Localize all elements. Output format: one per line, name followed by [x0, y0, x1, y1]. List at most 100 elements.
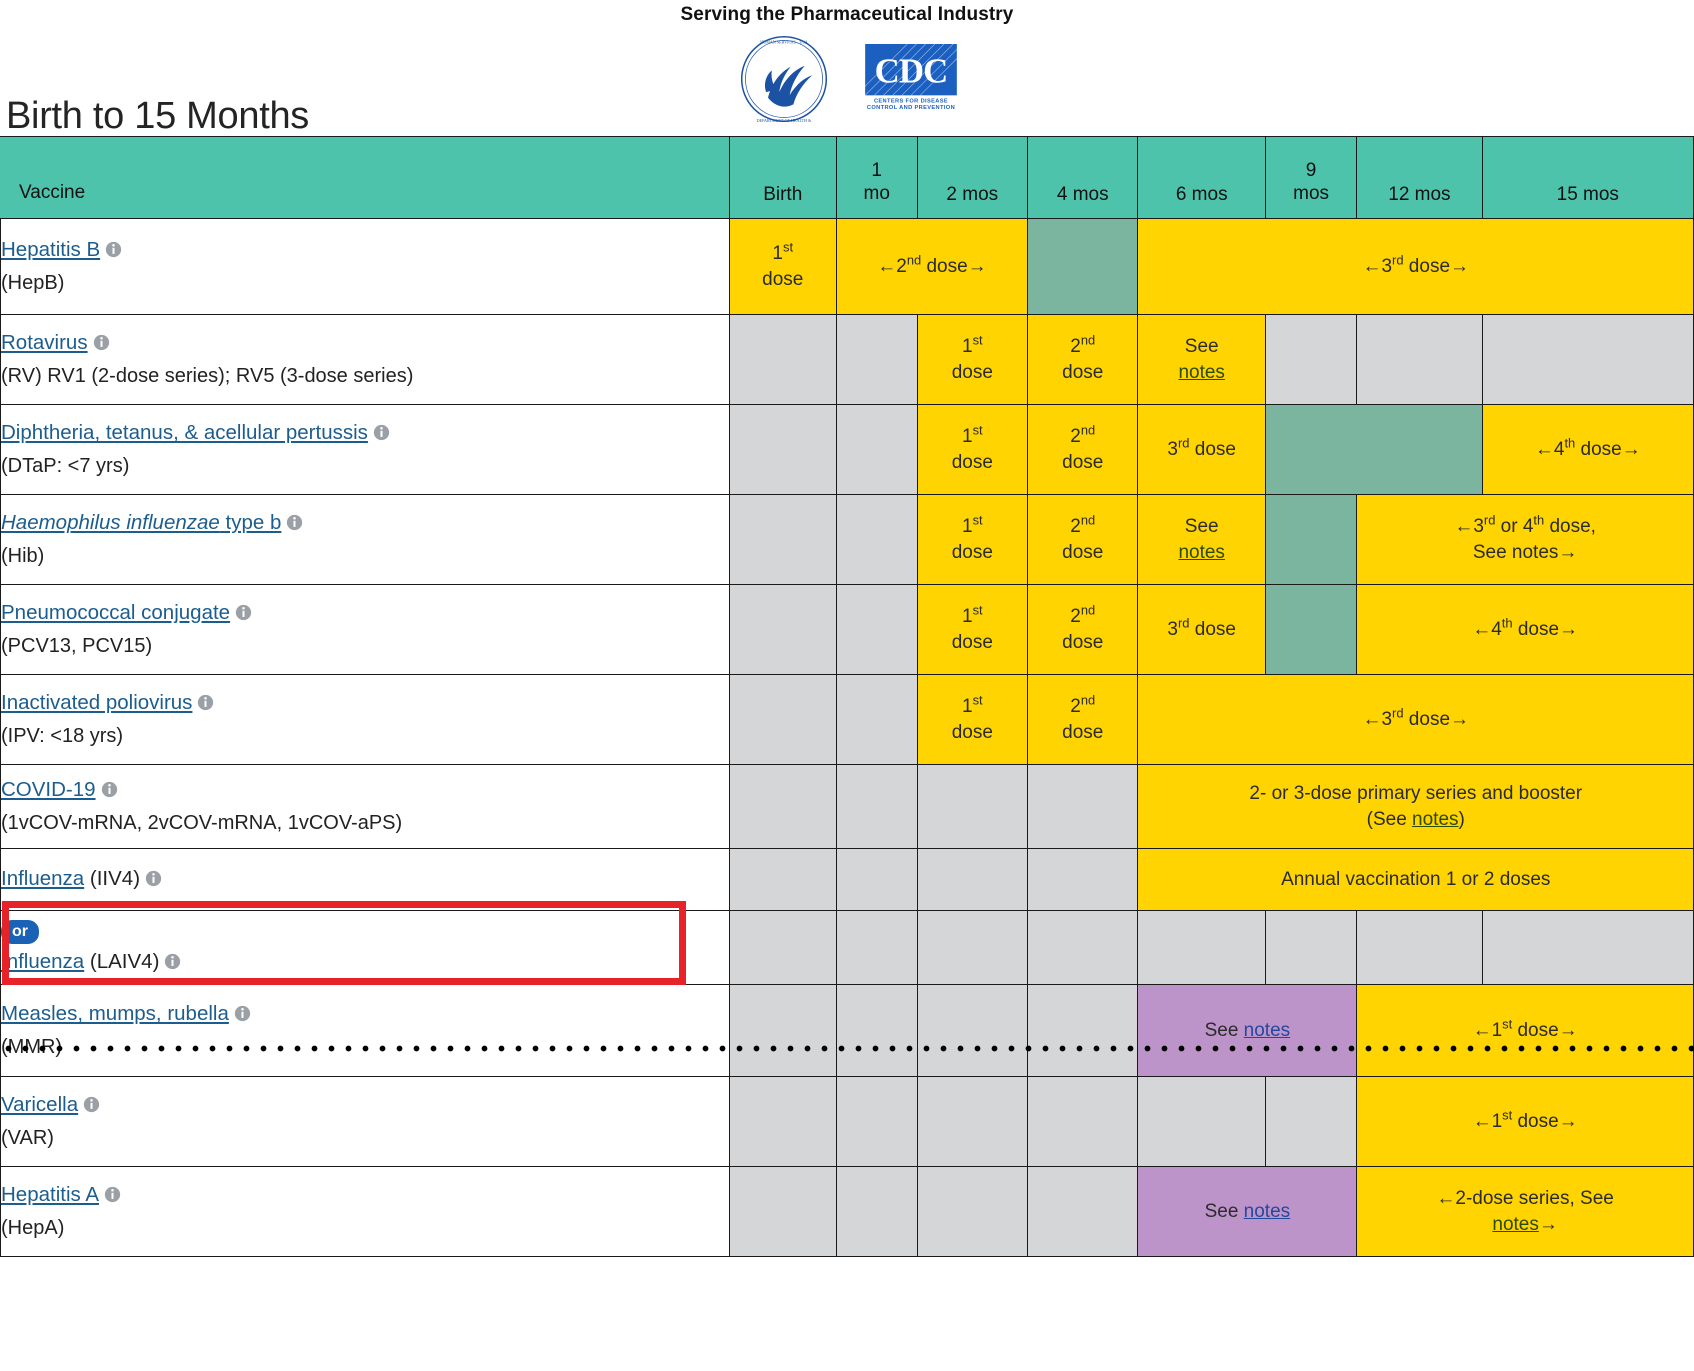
vaccine-name-suffix: (IIV4): [84, 867, 140, 890]
vaccine-link-rest[interactable]: type b: [220, 511, 282, 534]
cell-line: See notes: [1138, 1018, 1356, 1043]
schedule-cell-15mos: [1482, 315, 1693, 405]
info-icon[interactable]: [83, 1094, 100, 1111]
cell-line: dose: [1028, 450, 1137, 475]
immunization-schedule-table: Vaccine Birth 1 mo 2 mos 4 mos 6 mos 9 m…: [0, 136, 1694, 1257]
vaccine-name-cell: Influenza (IIV4): [1, 849, 730, 911]
schedule-cell-6mos: Seenotes: [1138, 495, 1265, 585]
cell-line: See: [1138, 334, 1264, 359]
col-header-1mo-top: 1: [837, 159, 917, 183]
vaccine-name-suffix: (LAIV4): [84, 950, 159, 973]
vaccine-name-cell: or Influenza (LAIV4): [1, 911, 730, 985]
schedule-cell-1mo: [836, 1167, 917, 1257]
page-banner: Serving the Pharmaceutical Industry HUMA…: [0, 0, 1694, 136]
info-icon[interactable]: [101, 779, 118, 796]
schedule-cell-4mos: [1028, 985, 1138, 1077]
cell-line: See notes→: [1357, 540, 1693, 565]
schedule-cell-4mos: 2nddose: [1028, 675, 1138, 765]
cell-line: 3rd dose: [1138, 437, 1264, 462]
table-row: Hepatitis B(HepB)1stdose←2nd dose→←3rd d…: [1, 219, 1694, 315]
notes-link[interactable]: notes: [1244, 1020, 1290, 1041]
cell-line: 2nd: [1028, 514, 1137, 539]
schedule-cell-9mos-12mos: [1265, 405, 1482, 495]
schedule-cell-12mos-15mos: ←1st dose→: [1357, 1077, 1694, 1167]
vaccine-link[interactable]: Diphtheria, tetanus, & acellular pertuss…: [1, 421, 368, 444]
col-header-15mos: 15 mos: [1482, 137, 1693, 219]
table-row: Inactivated poliovirus(IPV: <18 yrs)1std…: [1, 675, 1694, 765]
table-header-row: Vaccine Birth 1 mo 2 mos 4 mos 6 mos 9 m…: [1, 137, 1694, 219]
info-icon[interactable]: [145, 868, 162, 885]
schedule-cell-2mos: [917, 911, 1027, 985]
svg-text:HUMAN SERVICES · USA: HUMAN SERVICES · USA: [760, 39, 807, 44]
notes-link[interactable]: notes: [1244, 1201, 1290, 1222]
info-icon[interactable]: [164, 951, 181, 968]
schedule-cell-9mos: [1265, 315, 1356, 405]
schedule-cell-6mos-15mos: ←3rd dose→: [1138, 219, 1694, 315]
schedule-cell-12mos-15mos: ←2-dose series, Seenotes→: [1357, 1167, 1694, 1257]
table-row: COVID-19(1vCOV-mRNA, 2vCOV-mRNA, 1vCOV-a…: [1, 765, 1694, 849]
info-icon[interactable]: [234, 1003, 251, 1020]
vaccine-name-cell: Inactivated poliovirus (IPV: <18 yrs): [1, 675, 730, 765]
or-badge: or: [1, 920, 39, 944]
info-icon[interactable]: [286, 512, 303, 529]
schedule-cell-birth: [729, 495, 836, 585]
cell-line: dose: [1028, 540, 1137, 565]
info-icon[interactable]: [104, 1184, 121, 1201]
svg-text:DEPARTMENT OF HEALTH &: DEPARTMENT OF HEALTH &: [757, 118, 813, 123]
vaccine-link[interactable]: Hepatitis A: [1, 1183, 99, 1206]
schedule-cell-2mos: 1stdose: [917, 495, 1027, 585]
cell-line: 1st: [918, 604, 1027, 629]
vaccine-link[interactable]: Haemophilus influenzae: [1, 511, 220, 534]
cell-line: ←3rd dose→: [1138, 707, 1693, 732]
schedule-cell-1mo: [836, 765, 917, 849]
schedule-table-wrap: Vaccine Birth 1 mo 2 mos 4 mos 6 mos 9 m…: [0, 136, 1694, 1257]
cell-line: ←4th dose→: [1357, 617, 1693, 642]
notes-link[interactable]: notes: [1178, 542, 1224, 563]
schedule-cell-4mos: [1028, 849, 1138, 911]
cell-line: dose: [918, 540, 1027, 565]
schedule-cell-1mo: [836, 849, 917, 911]
table-row: Pneumococcal conjugate(PCV13, PCV15) 1std…: [1, 585, 1694, 675]
notes-link[interactable]: notes: [1178, 362, 1224, 383]
cell-line: ←2-dose series, See: [1357, 1186, 1693, 1211]
schedule-cell-birth: [729, 675, 836, 765]
notes-link[interactable]: notes: [1412, 809, 1458, 830]
info-icon[interactable]: [105, 239, 122, 256]
vaccine-link[interactable]: Pneumococcal conjugate: [1, 601, 230, 624]
vaccine-name-cell: Pneumococcal conjugate(PCV13, PCV15): [1, 585, 730, 675]
cell-line: dose: [918, 450, 1027, 475]
notes-link[interactable]: notes: [1492, 1214, 1538, 1235]
cell-line: 2nd: [1028, 424, 1137, 449]
schedule-cell-12mos-15mos: ←3rd or 4th dose,See notes→: [1357, 495, 1694, 585]
vaccine-link[interactable]: Influenza: [1, 867, 84, 890]
schedule-cell-2mos: [917, 849, 1027, 911]
table-row: Diphtheria, tetanus, & acellular pertuss…: [1, 405, 1694, 495]
vaccine-abbreviation: (IPV: <18 yrs): [1, 721, 729, 751]
cell-line: ←1st dose→: [1357, 1109, 1693, 1134]
schedule-cell-6mos-15mos: Annual vaccination 1 or 2 doses: [1138, 849, 1694, 911]
cell-line: dose: [918, 630, 1027, 655]
cell-line: 1st: [918, 334, 1027, 359]
schedule-cell-1mo: [836, 675, 917, 765]
vaccine-name-cell: Hepatitis B(HepB): [1, 219, 730, 315]
vaccine-link[interactable]: Inactivated poliovirus: [1, 691, 192, 714]
vaccine-link[interactable]: COVID-19: [1, 778, 96, 801]
vaccine-abbreviation: (HepA): [1, 1213, 729, 1243]
vaccine-link[interactable]: Rotavirus: [1, 331, 88, 354]
svg-text:CENTERS FOR DISEASE: CENTERS FOR DISEASE: [874, 99, 948, 105]
schedule-cell-12mos-15mos: ←4th dose→: [1357, 585, 1694, 675]
page-title: Birth to 15 Months: [6, 95, 309, 138]
cell-line: dose: [1028, 720, 1137, 745]
cell-line: See notes: [1138, 1199, 1356, 1224]
info-icon[interactable]: [93, 332, 110, 349]
info-icon[interactable]: [235, 602, 252, 619]
schedule-cell-birth: [729, 1077, 836, 1167]
info-icon[interactable]: [373, 422, 390, 439]
vaccine-link[interactable]: Hepatitis B: [1, 238, 100, 261]
cell-line: ←2nd dose→: [837, 254, 1027, 279]
vaccine-link[interactable]: Influenza: [1, 950, 84, 973]
vaccine-link[interactable]: Varicella: [1, 1093, 78, 1116]
info-icon[interactable]: [197, 692, 214, 709]
vaccine-link[interactable]: Measles, mumps, rubella: [1, 1002, 229, 1025]
cell-line: dose: [1028, 360, 1137, 385]
